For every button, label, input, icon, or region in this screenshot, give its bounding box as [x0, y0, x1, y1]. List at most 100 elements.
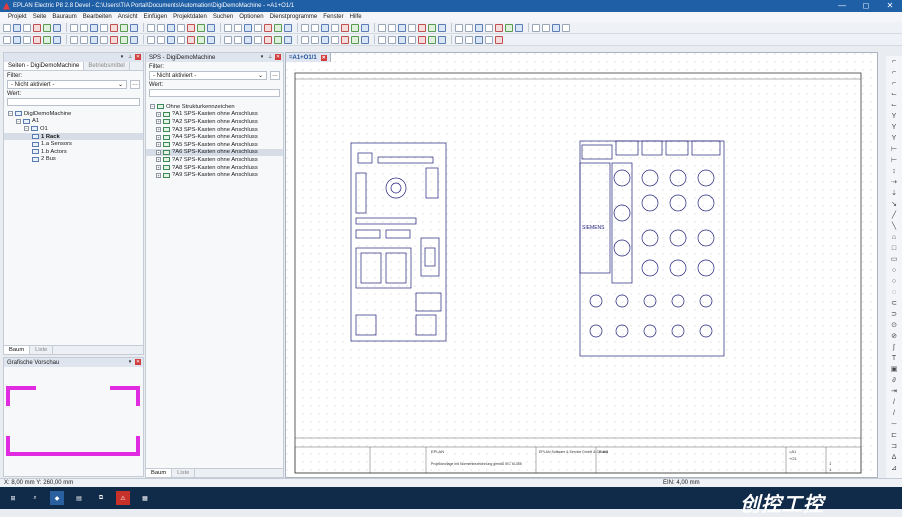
toolbar-button[interactable]: [388, 23, 396, 32]
toolbar-button[interactable]: [341, 23, 349, 32]
tree-item[interactable]: 1.b Actors: [4, 148, 143, 156]
tree-item[interactable]: 1.a Sensors: [4, 140, 143, 148]
toolbar-button[interactable]: [157, 35, 165, 44]
tree-item[interactable]: + ?A5 SPS-Kasten ohne Anschluss: [146, 141, 283, 149]
drawing-canvas[interactable]: SIEMENS EPLAN Projektvorlage mit Normenb…: [285, 52, 878, 478]
toolbar-button[interactable]: [264, 23, 272, 32]
drawing-tool-icon[interactable]: ⊙: [886, 320, 902, 331]
sps-filter-more-button[interactable]: …: [270, 71, 280, 80]
toolbar-button[interactable]: [110, 23, 118, 32]
toolbar-button[interactable]: [3, 35, 11, 44]
expand-icon[interactable]: +: [156, 111, 161, 117]
toolbar-button[interactable]: [388, 35, 396, 44]
toolbar-button[interactable]: [187, 35, 195, 44]
menu-item[interactable]: Projekt: [8, 14, 27, 20]
toolbar-button[interactable]: [341, 35, 349, 44]
drawing-tool-icon[interactable]: ⌙: [886, 89, 902, 100]
drawing-tool-icon[interactable]: Y: [886, 133, 902, 144]
toolbar-button[interactable]: [234, 23, 242, 32]
expand-icon[interactable]: −: [8, 111, 13, 117]
toolbar-button[interactable]: [13, 23, 21, 32]
drawing-tool-icon[interactable]: /: [886, 408, 902, 419]
toolbar-button[interactable]: [321, 23, 329, 32]
toolbar-button[interactable]: [408, 23, 416, 32]
toolbar-button[interactable]: [147, 35, 155, 44]
tia-icon[interactable]: ▦: [138, 491, 152, 505]
drawing-tool-icon[interactable]: Y: [886, 122, 902, 133]
drawing-tool-icon[interactable]: ⌐: [886, 56, 902, 67]
tab-list[interactable]: Liste: [172, 469, 196, 477]
drawing-tool-icon[interactable]: ⇢: [886, 177, 902, 188]
toolbar-button[interactable]: [408, 35, 416, 44]
pin-icon[interactable]: ▾: [119, 54, 125, 60]
toolbar-button[interactable]: [70, 35, 78, 44]
drawing-tool-icon[interactable]: ╱: [886, 210, 902, 221]
toolbar-button[interactable]: [43, 23, 51, 32]
toolbar-button[interactable]: [428, 35, 436, 44]
toolbar-button[interactable]: [177, 35, 185, 44]
close-icon[interactable]: ✕: [275, 54, 281, 60]
toolbar-button[interactable]: [438, 23, 446, 32]
toolbar-button[interactable]: [398, 35, 406, 44]
value-input[interactable]: [7, 98, 140, 106]
toolbar-button[interactable]: [110, 35, 118, 44]
toolbar-button[interactable]: [224, 35, 232, 44]
pin-icon[interactable]: ▾: [259, 54, 265, 60]
toolbar-button[interactable]: [465, 23, 473, 32]
toolbar-button[interactable]: [197, 23, 205, 32]
toolbar-button[interactable]: [274, 23, 282, 32]
windows-icon[interactable]: ⊞: [6, 491, 20, 505]
tree-item[interactable]: 1 Rack: [4, 132, 143, 141]
expand-icon[interactable]: +: [156, 172, 161, 178]
toolbar-button[interactable]: [234, 35, 242, 44]
expand-icon[interactable]: +: [156, 165, 161, 171]
expand-icon[interactable]: +: [156, 142, 161, 148]
toolbar-button[interactable]: [455, 35, 463, 44]
tree-item[interactable]: − A1: [4, 118, 143, 126]
drawing-tool-icon[interactable]: ⌐: [886, 67, 902, 78]
drawing-tool-icon[interactable]: ⌙: [886, 100, 902, 111]
toolbar-button[interactable]: [70, 23, 78, 32]
tree-item[interactable]: + ?A6 SPS-Kasten ohne Anschluss: [146, 148, 283, 157]
toolbar-button[interactable]: [23, 23, 31, 32]
toolbar-button[interactable]: [80, 23, 88, 32]
toolbar-button[interactable]: [505, 23, 513, 32]
toolbar-button[interactable]: [532, 23, 540, 32]
drawing-tool-icon[interactable]: ⊿: [886, 463, 902, 474]
toolbar-button[interactable]: [167, 35, 175, 44]
toolbar-button[interactable]: [361, 23, 369, 32]
toolbar-button[interactable]: [475, 23, 483, 32]
toolbar-button[interactable]: [495, 35, 503, 44]
sps-value-input[interactable]: [149, 89, 280, 97]
drawing-tool-icon[interactable]: ▣: [886, 364, 902, 375]
drawing-tool-icon[interactable]: ◌: [886, 287, 902, 298]
filter-more-button[interactable]: …: [130, 80, 140, 89]
toolbar-button[interactable]: [495, 23, 503, 32]
toolbar-button[interactable]: [23, 35, 31, 44]
drawing-tool-icon[interactable]: ╲: [886, 221, 902, 232]
toolbar-button[interactable]: [80, 35, 88, 44]
drawing-tool-icon[interactable]: ↘: [886, 199, 902, 210]
toolbar-button[interactable]: [418, 23, 426, 32]
tab-tree[interactable]: Baum: [146, 469, 173, 477]
tree-item[interactable]: − DigiDemoMachine: [4, 110, 143, 118]
expand-icon[interactable]: +: [156, 149, 161, 155]
drawing-tool-icon[interactable]: Y: [886, 111, 902, 122]
drawing-tool-icon[interactable]: ▭: [886, 254, 902, 265]
search-icon[interactable]: ⌕: [28, 491, 42, 505]
toolbar-button[interactable]: [254, 23, 262, 32]
menu-item[interactable]: Einfügen: [143, 14, 167, 20]
toolbar-button[interactable]: [53, 23, 61, 32]
tree-item[interactable]: 2 Bus: [4, 156, 143, 164]
tree-item[interactable]: − Ohne Strukturkennzeichen: [146, 103, 283, 111]
expand-icon[interactable]: −: [150, 104, 155, 110]
toolbar-button[interactable]: [43, 35, 51, 44]
drawing-tool-icon[interactable]: ⊏: [886, 430, 902, 441]
tree-item[interactable]: + ?A9 SPS-Kasten ohne Anschluss: [146, 171, 283, 179]
drawing-tool-icon[interactable]: ⇥: [886, 386, 902, 397]
toolbar-button[interactable]: [207, 23, 215, 32]
toolbar-button[interactable]: [274, 35, 282, 44]
menu-item[interactable]: Bearbeiten: [83, 14, 112, 20]
toolbar-button[interactable]: [130, 23, 138, 32]
toolbar-button[interactable]: [284, 23, 292, 32]
